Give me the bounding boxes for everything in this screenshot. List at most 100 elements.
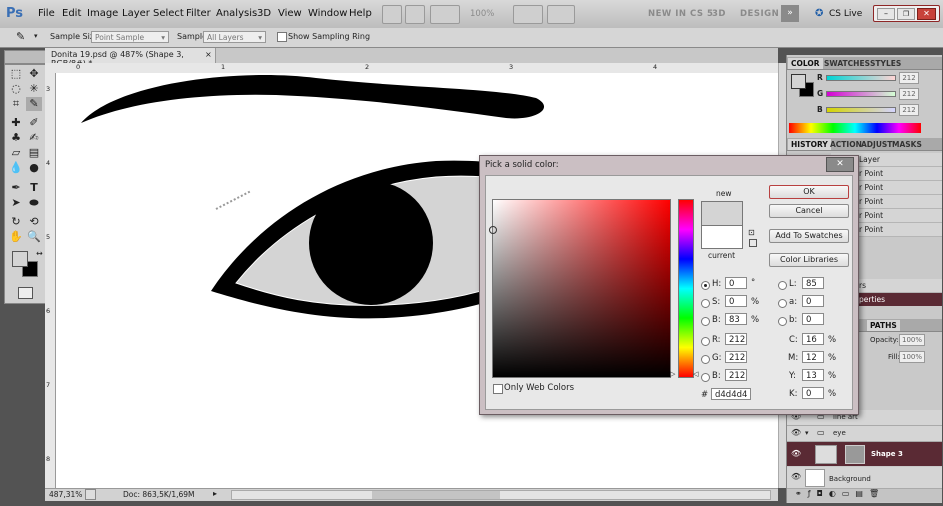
channel-r-value[interactable]: 212 (899, 72, 919, 84)
sample-size-select[interactable]: Point Sample ▾ (91, 31, 169, 43)
gradient-icon[interactable]: ▤ (26, 146, 42, 160)
red-radio[interactable] (701, 337, 710, 346)
scrollbar-thumb[interactable] (372, 491, 500, 499)
saturation-radio[interactable] (701, 299, 710, 308)
add-to-swatches-button[interactable]: Add To Swatches (769, 229, 849, 243)
hex-field[interactable]: d4d4d4 (711, 388, 751, 400)
menu-help[interactable]: Help (349, 8, 372, 19)
cube-warning-icon[interactable]: ⊡ (748, 228, 755, 237)
lab-b-radio[interactable] (778, 317, 787, 326)
eyedropper-icon[interactable]: ✎ (16, 30, 25, 43)
tab-history[interactable]: HISTORY (788, 139, 831, 150)
brightness-field[interactable]: 83 (725, 313, 747, 325)
menu-view[interactable]: View (278, 8, 302, 19)
hue-field[interactable]: 0 (725, 277, 747, 289)
crop-icon[interactable]: ⌗ (8, 97, 24, 111)
move-icon[interactable]: ✥ (26, 67, 42, 81)
zoom-readout[interactable]: 487,31% (49, 490, 82, 499)
quick-mask-icon[interactable] (18, 287, 33, 299)
lab-b-field[interactable]: 0 (802, 313, 824, 325)
magenta-field[interactable]: 12 (802, 351, 824, 363)
current-color-swatch[interactable] (701, 225, 743, 249)
status-arrow-icon[interactable]: ▸ (213, 489, 217, 498)
dialog-titlebar[interactable]: Pick a solid color: ✕ (480, 156, 858, 174)
black-field[interactable]: 0 (802, 387, 824, 399)
channel-g-slider[interactable] (826, 91, 896, 97)
history-brush-icon[interactable]: ✍ (26, 131, 42, 145)
healing-brush-icon[interactable]: ✚ (8, 116, 24, 130)
eraser-icon[interactable]: ▱ (8, 146, 24, 160)
menu-file[interactable]: File (38, 8, 55, 19)
zoom-icon[interactable]: 🔍 (26, 230, 42, 244)
arrange-documents-button[interactable] (513, 5, 543, 24)
ellipse-shape-icon[interactable]: ⬬ (26, 196, 42, 210)
menu-image[interactable]: Image (87, 8, 118, 19)
view-extras-button[interactable] (430, 5, 460, 24)
status-menu-icon[interactable] (85, 489, 96, 500)
pen-icon[interactable]: ✒ (8, 181, 24, 195)
menu-analysis[interactable]: Analysis (216, 8, 257, 19)
sample-select[interactable]: All Layers ▾ (203, 31, 266, 43)
more-workspaces-button[interactable]: » (781, 5, 799, 22)
tool-preset-dropdown-icon[interactable]: ▾ (34, 32, 38, 40)
hue-slider[interactable] (678, 199, 694, 378)
cyan-field[interactable]: 16 (802, 333, 824, 345)
cancel-button[interactable]: Cancel (769, 204, 849, 218)
foreground-color-swatch[interactable] (12, 251, 28, 267)
close-icon[interactable]: ✕ (917, 8, 936, 20)
channel-b-slider[interactable] (826, 107, 896, 113)
cs-live-button[interactable]: CS Live (829, 9, 862, 19)
path-select-icon[interactable]: ➤ (8, 196, 24, 210)
tab-color[interactable]: COLOR (788, 58, 823, 69)
blue-field[interactable]: 212 (725, 369, 747, 381)
document-tab[interactable]: Donita 19.psd @ 487% (Shape 3, RGB/8#) *… (45, 48, 216, 68)
mini-bridge-button[interactable] (405, 5, 425, 24)
tab-styles[interactable]: STYLES (867, 58, 904, 69)
blur-icon[interactable]: 💧 (8, 161, 24, 175)
eyedropper-tool-icon[interactable]: ✎ (26, 97, 42, 111)
toolbox-header[interactable] (4, 50, 46, 64)
channel-g-value[interactable]: 212 (899, 88, 919, 100)
layer-row[interactable]: 👁 ▾ ▭ eye (787, 426, 942, 442)
screen-mode-button[interactable] (547, 5, 575, 24)
layer-row-selected[interactable]: 👁 Shape 3 (787, 442, 942, 466)
menu-3d[interactable]: 3D (257, 8, 271, 19)
yellow-field[interactable]: 13 (802, 369, 824, 381)
hue-slider-arrow-icon[interactable]: ▷ (670, 370, 675, 378)
layers-footer-buttons[interactable]: ⚭ƒ◘◐▭▤🗑 (787, 489, 942, 502)
blue-radio[interactable] (701, 373, 710, 382)
lab-l-field[interactable]: 85 (802, 277, 824, 289)
hue-radio[interactable] (701, 281, 710, 290)
marquee-icon[interactable]: ⬚ (8, 67, 24, 81)
color-field-cursor[interactable] (489, 226, 497, 234)
close-tab-icon[interactable]: × (205, 50, 212, 59)
menu-edit[interactable]: Edit (62, 8, 81, 19)
zoom-level[interactable]: 100% (470, 9, 494, 19)
workspace-new-in-cs5[interactable]: NEW IN CS 5 (648, 9, 713, 19)
type-icon[interactable]: T (26, 181, 42, 195)
visibility-eye-icon[interactable]: 👁 (791, 428, 801, 437)
green-field[interactable]: 212 (725, 351, 747, 363)
swap-colors-icon[interactable]: ↔ (36, 249, 43, 258)
saturation-brightness-field[interactable] (489, 199, 671, 378)
workspace-design[interactable]: DESIGN (740, 9, 779, 19)
clone-stamp-icon[interactable]: ♣ (8, 131, 24, 145)
web-safe-warning-icon[interactable] (749, 239, 757, 247)
workspace-3d[interactable]: 3D (712, 9, 726, 19)
horizontal-scrollbar[interactable] (231, 490, 771, 500)
restore-icon[interactable]: ❐ (897, 8, 915, 20)
menu-window[interactable]: Window (308, 8, 347, 19)
expand-triangle-icon[interactable]: ▾ (805, 429, 809, 437)
green-radio[interactable] (701, 355, 710, 364)
lab-a-radio[interactable] (778, 299, 787, 308)
saturation-field[interactable]: 0 (725, 295, 747, 307)
bridge-button[interactable] (382, 5, 402, 24)
panel-foreground-swatch[interactable] (791, 74, 806, 89)
ok-button[interactable]: OK (769, 185, 849, 199)
color-libraries-button[interactable]: Color Libraries (769, 253, 849, 267)
hue-slider-arrow-icon[interactable]: ◁ (693, 370, 698, 378)
brightness-radio[interactable] (701, 317, 710, 326)
red-field[interactable]: 212 (725, 333, 747, 345)
lab-a-field[interactable]: 0 (802, 295, 824, 307)
show-sampling-ring-checkbox[interactable] (277, 32, 287, 42)
